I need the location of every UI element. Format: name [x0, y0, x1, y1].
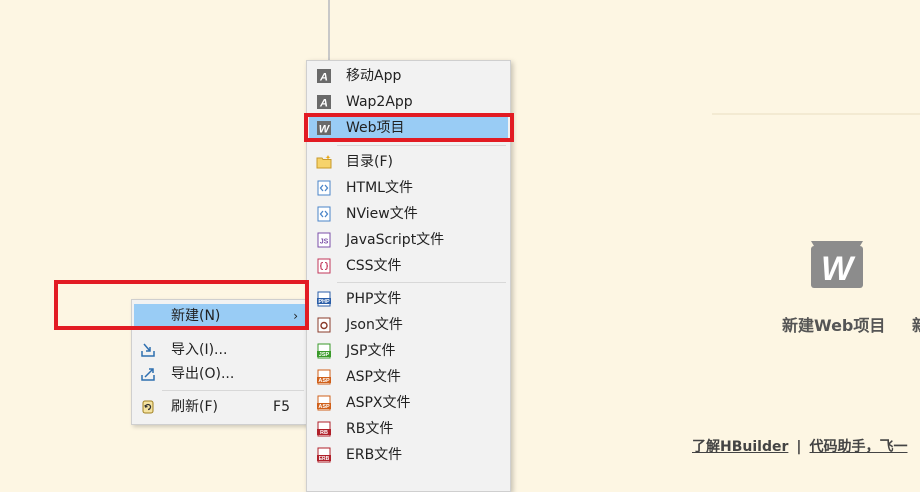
svg-text:RB: RB: [320, 430, 328, 436]
submenu-item-label: PHP文件: [346, 291, 402, 307]
asp-file-icon: ASP: [317, 369, 331, 385]
json-file-icon: [317, 317, 331, 333]
web-project-logo-icon[interactable]: W: [808, 238, 866, 288]
submenu-item-label: ERB文件: [346, 447, 403, 463]
html-file-icon: [317, 180, 331, 196]
export-icon: [141, 368, 155, 381]
submenu-item-label: CSS文件: [346, 258, 402, 274]
code-assistant-link[interactable]: 代码助手，飞一: [810, 439, 908, 455]
new-web-project-link[interactable]: 新建Web项目: [782, 312, 885, 336]
css-file-icon: [317, 258, 331, 274]
aspx-file-icon: ASP: [317, 395, 331, 411]
submenu-item-label: HTML文件: [346, 180, 413, 196]
app-icon: A: [317, 95, 331, 110]
highlight-box-new-menu: [54, 280, 309, 330]
learn-hbuilder-link[interactable]: 了解HBuilder: [692, 439, 788, 455]
svg-text:ASP: ASP: [318, 404, 330, 410]
svg-text:ASP: ASP: [318, 378, 330, 384]
menu-item-label: 导入(I)...: [171, 342, 228, 358]
php-file-icon: PHP: [317, 291, 331, 307]
submenu-item-label: ASP文件: [346, 369, 401, 385]
js-file-icon: JS: [317, 232, 331, 248]
svg-text:A: A: [319, 98, 328, 110]
menu-separator: [337, 145, 506, 146]
menu-separator: [162, 390, 304, 391]
menu-item-label: 刷新(F): [171, 399, 218, 415]
footer-separator: |: [796, 439, 802, 455]
svg-text:JS: JS: [320, 239, 329, 246]
folder-icon: [316, 155, 332, 169]
menu-item-refresh[interactable]: 刷新(F) F5: [134, 395, 306, 419]
menu-item-label: 导出(O)...: [171, 366, 235, 382]
submenu-item-html-file[interactable]: HTML文件: [309, 176, 508, 200]
menu-separator: [337, 282, 506, 283]
submenu-item-nview-file[interactable]: NView文件: [309, 202, 508, 226]
rb-file-icon: RB: [317, 421, 331, 437]
editor-divider: [328, 0, 330, 60]
svg-text:JSP: JSP: [319, 352, 330, 358]
app-icon: A: [317, 69, 331, 84]
welcome-divider: [712, 113, 920, 115]
erb-file-icon: ERB: [317, 447, 331, 463]
submenu-item-folder[interactable]: 目录(F): [309, 150, 508, 174]
refresh-icon: [142, 400, 154, 414]
submenu-item-wap2app[interactable]: A Wap2App: [309, 90, 508, 114]
submenu-item-label: 目录(F): [346, 154, 393, 170]
welcome-footer: 了解HBuilder | 代码助手，飞一: [692, 436, 908, 456]
submenu-item-label: NView文件: [346, 206, 418, 222]
submenu-item-label: RB文件: [346, 421, 394, 437]
submenu-item-aspx-file[interactable]: ASP ASPX文件: [309, 391, 508, 415]
svg-text:ERB: ERB: [319, 456, 330, 462]
highlight-box-web-project: [304, 113, 514, 142]
shortcut-label: F5: [273, 399, 290, 415]
submenu-item-label: JSP文件: [346, 343, 396, 359]
menu-item-import[interactable]: 导入(I)...: [134, 338, 306, 362]
submenu-item-label: JavaScript文件: [346, 232, 445, 248]
submenu-item-label: 移动App: [346, 68, 402, 84]
nview-file-icon: [317, 206, 331, 222]
submenu-item-mobile-app[interactable]: A 移动App: [309, 64, 508, 88]
submenu-item-javascript-file[interactable]: JS JavaScript文件: [309, 228, 508, 252]
submenu-item-css-file[interactable]: CSS文件: [309, 254, 508, 278]
submenu-item-rb-file[interactable]: RB RB文件: [309, 417, 508, 441]
submenu-item-label: Json文件: [346, 317, 403, 333]
submenu-item-erb-file[interactable]: ERB ERB文件: [309, 443, 508, 467]
submenu-item-asp-file[interactable]: ASP ASP文件: [309, 365, 508, 389]
new-action-partial-link[interactable]: 新: [912, 312, 920, 336]
jsp-file-icon: JSP: [317, 343, 331, 359]
submenu-item-json-file[interactable]: Json文件: [309, 313, 508, 337]
submenu-item-label: Wap2App: [346, 94, 413, 110]
menu-item-export[interactable]: 导出(O)...: [134, 362, 306, 386]
submenu-item-label: ASPX文件: [346, 395, 411, 411]
svg-text:W: W: [821, 250, 856, 288]
import-icon: [141, 343, 155, 357]
svg-text:PHP: PHP: [318, 299, 330, 305]
submenu-item-php-file[interactable]: PHP PHP文件: [309, 287, 508, 311]
svg-text:A: A: [319, 72, 328, 84]
submenu-item-jsp-file[interactable]: JSP JSP文件: [309, 339, 508, 363]
